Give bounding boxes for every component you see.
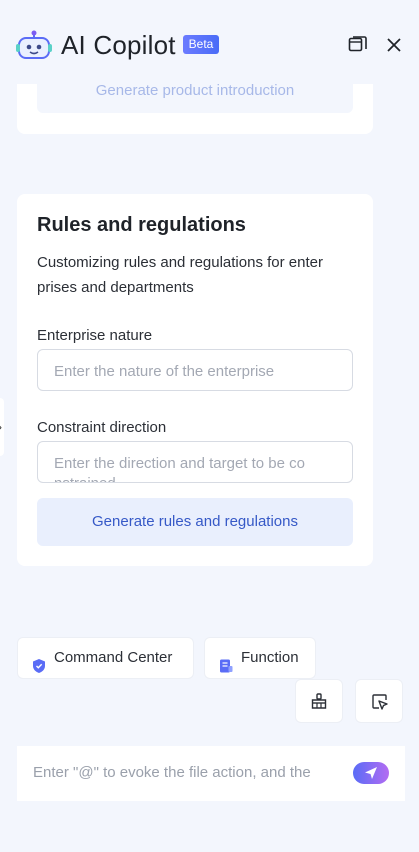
constraint-direction-input[interactable]: Enter the direction and target to be co … [37, 441, 353, 483]
card-description: Customizing rules and regulations for en… [37, 254, 323, 296]
generate-product-introduction-button[interactable]: Generate product introduction [37, 82, 353, 113]
enterprise-nature-label: Enterprise nature [37, 327, 153, 344]
document-icon [218, 650, 234, 673]
send-button[interactable] [353, 762, 389, 784]
command-center-label: Command Center [54, 649, 173, 666]
function-label: Function [241, 649, 299, 666]
clear-button[interactable] [295, 679, 343, 723]
card-title: Rules and regulations [37, 214, 246, 236]
enterprise-nature-placeholder: Enter the nature of the enterprise [54, 363, 275, 380]
command-center-button[interactable]: Command Center [17, 637, 194, 679]
close-icon[interactable] [382, 33, 406, 57]
chevron-right-icon[interactable]: › [0, 420, 2, 434]
broom-icon [311, 693, 327, 709]
robot-logo-icon [16, 30, 52, 62]
generate-rules-button[interactable]: Generate rules and regulations [37, 498, 353, 546]
generate-product-introduction-label: Generate product introduction [95, 82, 295, 99]
select-element-button[interactable] [355, 679, 403, 723]
constraint-direction-label: Constraint direction [37, 419, 167, 436]
cursor-select-icon [372, 694, 388, 710]
enterprise-nature-input[interactable]: Enter the nature of the enterprise [37, 349, 353, 391]
app-title: AI Copilot [61, 30, 176, 60]
new-window-icon[interactable] [346, 33, 370, 57]
function-button[interactable]: Function [204, 637, 316, 679]
send-icon [365, 767, 377, 779]
composer-input[interactable]: Enter "@" to evoke the file action, and … [33, 764, 338, 781]
constraint-direction-placeholder: Enter the direction and target to be co … [54, 455, 305, 482]
beta-badge: Beta [183, 35, 219, 54]
shield-icon [31, 650, 47, 673]
